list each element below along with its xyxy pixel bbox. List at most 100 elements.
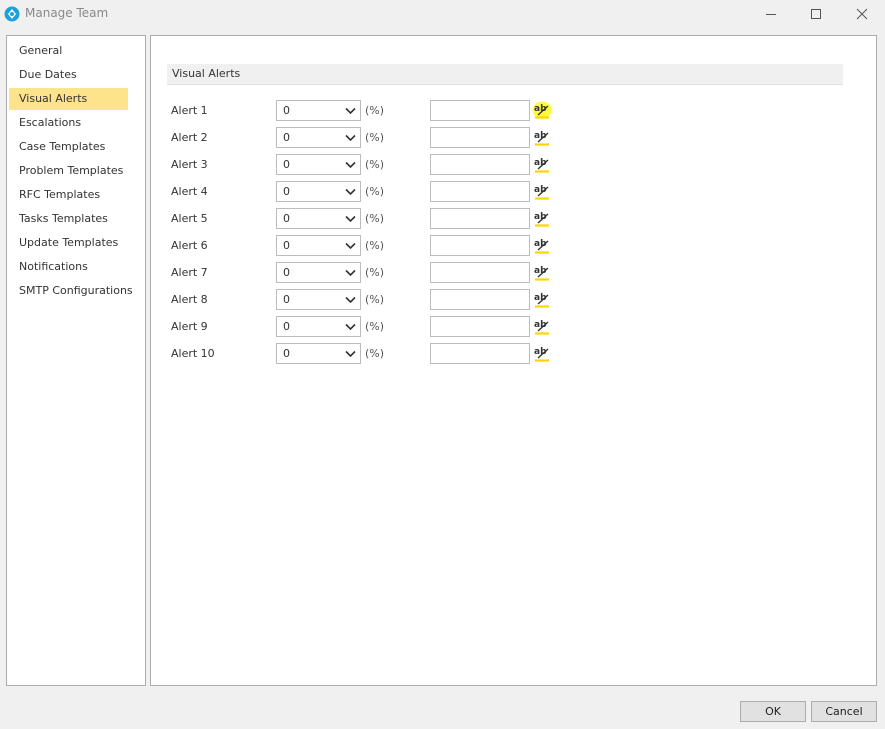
nav-item-escalations[interactable]: Escalations [9, 112, 128, 134]
alert-threshold-select[interactable]: 0 [276, 100, 361, 121]
alert-threshold-select[interactable]: 0 [276, 208, 361, 229]
nav-item-update-templates[interactable]: Update Templates [9, 232, 128, 254]
nav-item-label: Case Templates [19, 140, 106, 153]
nav-item-smtp-configurations[interactable]: SMTP Configurations [9, 280, 133, 302]
alert-label: Alert 4 [171, 185, 208, 198]
percent-unit-label: (%) [365, 212, 385, 225]
alert-row: Alert 5 0 (%) ab [171, 208, 571, 230]
close-icon [856, 8, 868, 20]
edit-text-icon[interactable]: ab [532, 208, 552, 229]
chevron-down-icon [345, 350, 356, 358]
alert-label: Alert 2 [171, 131, 208, 144]
settings-nav: General Due Dates Visual Alerts Escalati… [6, 35, 146, 686]
minimize-button[interactable] [748, 0, 794, 28]
section-title: Visual Alerts [172, 67, 241, 80]
alert-text-input[interactable] [430, 235, 530, 256]
edit-text-icon[interactable]: ab [532, 262, 552, 283]
alert-threshold-value: 0 [283, 212, 290, 225]
edit-text-icon[interactable]: ab [532, 181, 552, 202]
alert-text-input[interactable] [430, 100, 530, 121]
alert-row: Alert 3 0 (%) ab [171, 154, 571, 176]
edit-text-icon[interactable]: ab [532, 316, 552, 337]
alert-text-input[interactable] [430, 208, 530, 229]
title-bar: Manage Team [0, 0, 885, 28]
alert-text-input[interactable] [430, 316, 530, 337]
chevron-down-icon [345, 215, 356, 223]
percent-unit-label: (%) [365, 239, 385, 252]
alert-threshold-value: 0 [283, 185, 290, 198]
alert-text-input[interactable] [430, 289, 530, 310]
window-title: Manage Team [25, 6, 109, 20]
alert-threshold-value: 0 [283, 239, 290, 252]
alert-row: Alert 10 0 (%) ab [171, 343, 571, 365]
nav-item-notifications[interactable]: Notifications [9, 256, 128, 278]
nav-item-label: General [19, 44, 63, 57]
alert-threshold-value: 0 [283, 320, 290, 333]
nav-item-label: Update Templates [19, 236, 119, 249]
nav-item-problem-templates[interactable]: Problem Templates [9, 160, 128, 182]
close-button[interactable] [839, 0, 885, 28]
alert-threshold-value: 0 [283, 104, 290, 117]
visual-alerts-panel: Visual Alerts Alert 1 0 (%) ab Alert 2 0 (%) ab… [150, 35, 877, 686]
chevron-down-icon [345, 161, 356, 169]
alert-threshold-value: 0 [283, 266, 290, 279]
alert-threshold-select[interactable]: 0 [276, 181, 361, 202]
alert-text-input[interactable] [430, 262, 530, 283]
alert-row: Alert 7 0 (%) ab [171, 262, 571, 284]
nav-item-case-templates[interactable]: Case Templates [9, 136, 128, 158]
alert-label: Alert 10 [171, 347, 215, 360]
alert-threshold-value: 0 [283, 347, 290, 360]
alert-threshold-select[interactable]: 0 [276, 343, 361, 364]
percent-unit-label: (%) [365, 320, 385, 333]
edit-text-icon[interactable]: ab [532, 154, 552, 175]
alert-threshold-value: 0 [283, 158, 290, 171]
alert-text-input[interactable] [430, 127, 530, 148]
alert-row: Alert 9 0 (%) ab [171, 316, 571, 338]
maximize-icon [811, 9, 821, 19]
nav-item-due-dates[interactable]: Due Dates [9, 64, 128, 86]
percent-unit-label: (%) [365, 158, 385, 171]
section-header: Visual Alerts [167, 64, 843, 85]
alert-text-input[interactable] [430, 154, 530, 175]
edit-text-icon[interactable]: ab [532, 289, 552, 310]
nav-item-label: Problem Templates [19, 164, 124, 177]
alert-threshold-select[interactable]: 0 [276, 154, 361, 175]
alert-row: Alert 2 0 (%) ab [171, 127, 571, 149]
alert-label: Alert 7 [171, 266, 208, 279]
alert-threshold-select[interactable]: 0 [276, 127, 361, 148]
alert-threshold-select[interactable]: 0 [276, 262, 361, 283]
chevron-down-icon [345, 323, 356, 331]
alert-row: Alert 4 0 (%) ab [171, 181, 571, 203]
percent-unit-label: (%) [365, 266, 385, 279]
alert-threshold-select[interactable]: 0 [276, 289, 361, 310]
nav-item-tasks-templates[interactable]: Tasks Templates [9, 208, 128, 230]
percent-unit-label: (%) [365, 131, 385, 144]
alert-threshold-select[interactable]: 0 [276, 316, 361, 337]
alert-label: Alert 3 [171, 158, 208, 171]
maximize-button[interactable] [793, 0, 839, 28]
alert-row: Alert 6 0 (%) ab [171, 235, 571, 257]
chevron-down-icon [345, 188, 356, 196]
nav-item-general[interactable]: General [9, 40, 128, 62]
chevron-down-icon [345, 134, 356, 142]
nav-item-label: Visual Alerts [19, 92, 88, 105]
nav-item-rfc-templates[interactable]: RFC Templates [9, 184, 128, 206]
alert-text-input[interactable] [430, 181, 530, 202]
nav-item-label: RFC Templates [19, 188, 101, 201]
edit-text-icon[interactable]: ab [532, 235, 552, 256]
ok-button[interactable]: OK [740, 701, 806, 722]
edit-text-icon[interactable]: ab [532, 343, 552, 364]
alert-row: Alert 1 0 (%) ab [171, 100, 571, 122]
manage-team-app-icon [4, 6, 20, 22]
chevron-down-icon [345, 107, 356, 115]
alert-text-input[interactable] [430, 343, 530, 364]
percent-unit-label: (%) [365, 104, 385, 117]
edit-text-icon[interactable]: ab [532, 100, 552, 121]
alert-label: Alert 9 [171, 320, 208, 333]
nav-item-label: SMTP Configurations [19, 284, 133, 297]
nav-item-visual-alerts[interactable]: Visual Alerts [9, 88, 128, 110]
nav-item-label: Escalations [19, 116, 82, 129]
edit-text-icon[interactable]: ab [532, 127, 552, 148]
cancel-button[interactable]: Cancel [811, 701, 877, 722]
alert-threshold-select[interactable]: 0 [276, 235, 361, 256]
